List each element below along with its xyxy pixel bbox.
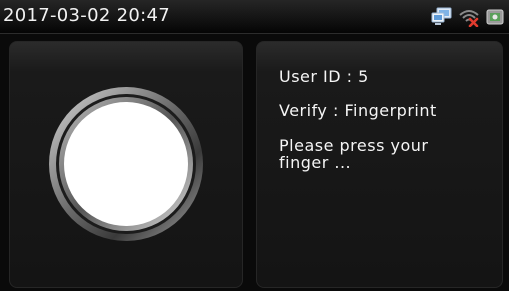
network-icon — [431, 7, 453, 27]
prompt-line-1: Please press your — [279, 136, 429, 155]
usb-icon — [485, 7, 505, 27]
prompt-line-2: finger ... — [279, 153, 352, 172]
fingerprint-panel — [9, 41, 243, 288]
verify-mode-label: Verify : Fingerprint — [279, 101, 437, 120]
datetime-label: 2017-03-02 20:47 — [3, 5, 171, 26]
user-id-label: User ID : 5 — [279, 67, 369, 86]
status-bar: 2017-03-02 20:47 — [0, 0, 509, 34]
wifi-disconnected-icon — [458, 7, 480, 27]
fingerprint-ring-icon — [46, 84, 206, 244]
verify-info-panel: User ID : 5 Verify : Fingerprint Please … — [256, 41, 503, 288]
press-finger-prompt: Please press your finger ... — [279, 137, 489, 171]
status-icons — [431, 5, 505, 29]
